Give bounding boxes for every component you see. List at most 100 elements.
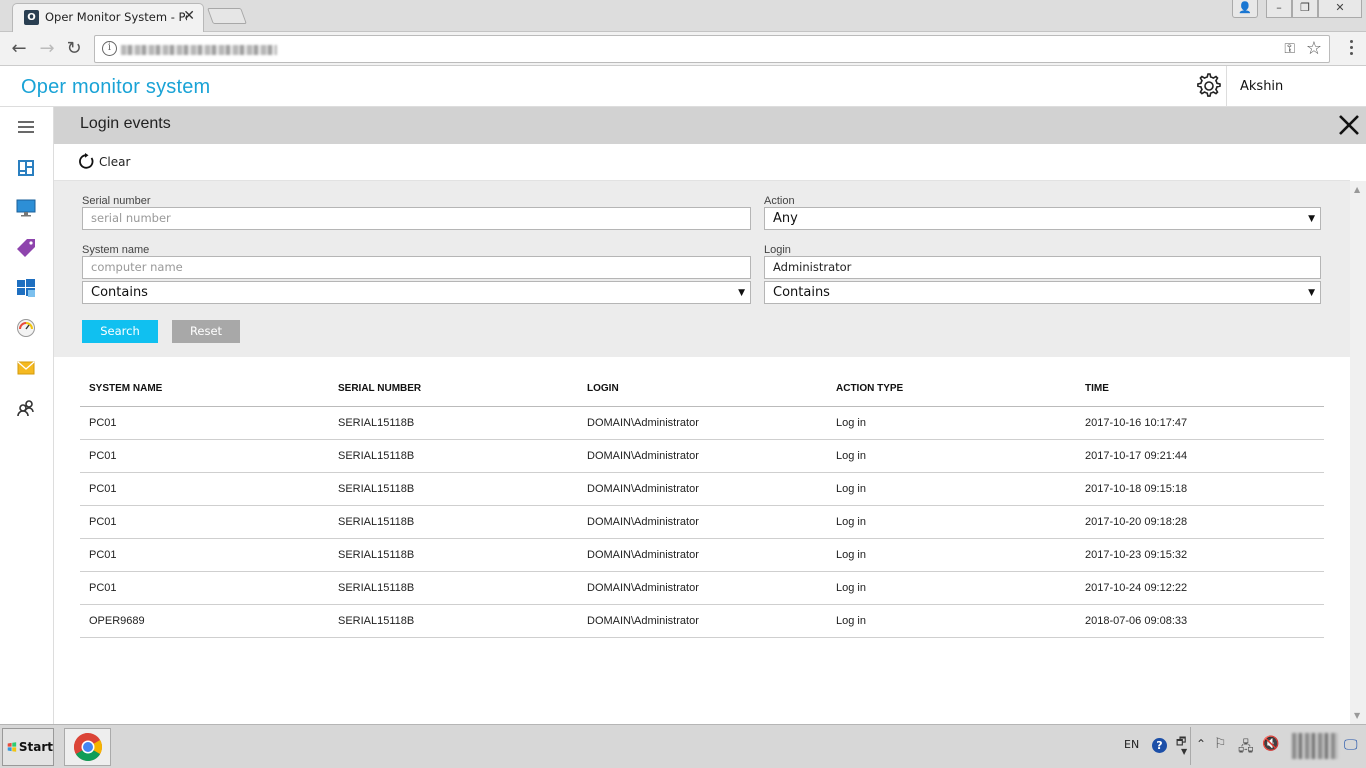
clock-redacted[interactable] — [1292, 733, 1338, 759]
cell-time: 2017-10-20 09:18:28 — [1085, 516, 1188, 528]
column-header-system-name[interactable]: SYSTEM NAME — [80, 383, 329, 394]
cell-time: 2017-10-17 09:21:44 — [1085, 450, 1188, 462]
minimize-button[interactable]: – — [1266, 0, 1292, 18]
serial-number-input[interactable]: serial number — [82, 207, 751, 230]
window-close-button[interactable]: ✕ — [1318, 0, 1362, 18]
cell-action-type: Log in — [836, 417, 866, 429]
windows-icon[interactable] — [14, 276, 38, 300]
new-tab-button[interactable] — [207, 8, 247, 24]
cell-time: 2018-07-06 09:08:33 — [1085, 615, 1188, 627]
network-icon[interactable]: 🖧 — [1238, 736, 1254, 760]
tray-dropdown-icon[interactable]: ▼ — [1181, 747, 1187, 756]
table-row[interactable]: PC01 SERIAL15118B DOMAIN\Administrator L… — [80, 440, 1324, 473]
table-row[interactable]: PC01 SERIAL15118B DOMAIN\Administrator L… — [80, 473, 1324, 506]
action-bar: Clear — [54, 144, 1350, 181]
gauge-icon[interactable] — [14, 316, 38, 340]
panel-close-icon[interactable] — [1336, 112, 1362, 138]
table-header: SYSTEM NAME SERIAL NUMBER LOGIN ACTION T… — [80, 370, 1324, 407]
clear-button[interactable]: Clear — [78, 153, 130, 170]
chrome-taskbar-button[interactable] — [64, 728, 111, 766]
system-name-input[interactable]: computer name — [82, 256, 751, 279]
table-row[interactable]: PC01 SERIAL15118B DOMAIN\Administrator L… — [80, 506, 1324, 539]
monitor-icon[interactable] — [14, 196, 38, 220]
login-input[interactable]: Administrator — [764, 256, 1321, 279]
cell-serial-number: SERIAL15118B — [338, 450, 415, 462]
cell-login: DOMAIN\Administrator — [587, 450, 699, 462]
help-icon[interactable]: ? — [1152, 738, 1167, 753]
action-center-flag-icon[interactable]: ⚐ — [1214, 736, 1227, 752]
show-hidden-icons-icon[interactable]: ⌃ — [1196, 737, 1206, 751]
tab-close-icon[interactable]: ✕ — [183, 8, 195, 24]
column-header-action-type[interactable]: ACTION TYPE — [827, 383, 1076, 394]
browser-tab[interactable]: O Oper Monitor System - Port ✕ — [12, 3, 204, 32]
show-desktop-icon[interactable]: 🖵 — [1344, 737, 1358, 753]
serial-number-label: Serial number — [82, 195, 151, 207]
clear-label: Clear — [99, 154, 131, 169]
cell-serial-number: SERIAL15118B — [338, 582, 415, 594]
cell-login: DOMAIN\Administrator — [587, 516, 699, 528]
reload-icon[interactable]: ↻ — [62, 37, 86, 61]
column-header-login[interactable]: LOGIN — [578, 383, 827, 394]
cell-action-type: Log in — [836, 516, 866, 528]
cell-action-type: Log in — [836, 549, 866, 561]
cell-system-name: OPER9689 — [89, 615, 145, 627]
start-button[interactable]: Start — [2, 728, 54, 766]
app-title[interactable]: Oper monitor system — [21, 76, 210, 99]
scroll-up-arrow-icon[interactable]: ▲ — [1354, 185, 1360, 194]
url-text-redacted — [121, 45, 277, 55]
table-row[interactable]: PC01 SERIAL15118B DOMAIN\Administrator L… — [80, 407, 1324, 440]
system-name-match-select[interactable]: Contains ▼ — [82, 281, 751, 304]
filter-form: Serial number serial number Action Any ▼… — [54, 181, 1350, 357]
bookmark-star-icon[interactable]: ☆ — [1306, 38, 1322, 59]
table-row[interactable]: PC01 SERIAL15118B DOMAIN\Administrator L… — [80, 572, 1324, 605]
login-match-select[interactable]: Contains ▼ — [764, 281, 1321, 304]
cell-login: DOMAIN\Administrator — [587, 582, 699, 594]
cell-login: DOMAIN\Administrator — [587, 417, 699, 429]
user-menu[interactable]: Akshin Mustafayev — [1226, 66, 1366, 135]
windows-logo-icon — [7, 742, 17, 752]
volume-muted-icon[interactable]: 🔇 — [1262, 736, 1279, 752]
cell-action-type: Log in — [836, 483, 866, 495]
search-button[interactable]: Search — [82, 320, 158, 343]
cell-serial-number: SERIAL15118B — [338, 417, 415, 429]
language-indicator[interactable]: EN — [1124, 738, 1139, 751]
restore-button[interactable]: ❐ — [1292, 0, 1318, 18]
key-icon[interactable]: ⚿ — [1284, 41, 1295, 57]
column-header-serial-number[interactable]: SERIAL NUMBER — [329, 383, 578, 394]
back-arrow-icon[interactable]: ← — [7, 37, 31, 61]
browser-toolbar: ← → ↻ i ⚿ ☆ — [0, 32, 1366, 66]
action-select-value: Any — [773, 211, 798, 226]
table-row[interactable]: OPER9689 SERIAL15118B DOMAIN\Administrat… — [80, 605, 1324, 638]
cell-serial-number: SERIAL15118B — [338, 549, 415, 561]
action-select[interactable]: Any ▼ — [764, 207, 1321, 230]
cell-system-name: PC01 — [89, 549, 117, 561]
column-header-time[interactable]: TIME — [1076, 383, 1324, 394]
settings-gear-icon[interactable] — [1193, 71, 1223, 101]
dashboard-icon[interactable] — [14, 156, 38, 180]
action-label: Action — [764, 195, 795, 207]
refresh-icon — [79, 153, 94, 169]
browser-menu-icon[interactable] — [1350, 40, 1354, 58]
users-icon[interactable] — [14, 396, 38, 420]
cell-action-type: Log in — [836, 582, 866, 594]
hamburger-menu-icon[interactable] — [14, 115, 38, 139]
system-match-value: Contains — [91, 285, 148, 300]
profile-icon[interactable]: 👤 — [1232, 0, 1258, 18]
cell-serial-number: SERIAL15118B — [338, 516, 415, 528]
scroll-down-arrow-icon[interactable]: ▼ — [1354, 711, 1360, 720]
cell-time: 2017-10-24 09:12:22 — [1085, 582, 1188, 594]
tray-divider — [1190, 727, 1191, 765]
page-scrollbar[interactable]: ▲ ▼ — [1350, 181, 1366, 724]
cell-system-name: PC01 — [89, 450, 117, 462]
tab-title: Oper Monitor System - Port — [45, 10, 187, 24]
tag-icon[interactable] — [14, 236, 38, 260]
address-bar[interactable]: i ⚿ ☆ — [94, 35, 1330, 63]
table-row[interactable]: PC01 SERIAL15118B DOMAIN\Administrator L… — [80, 539, 1324, 572]
reset-button[interactable]: Reset — [172, 320, 240, 343]
site-info-icon[interactable]: i — [102, 41, 117, 56]
mail-icon[interactable] — [14, 356, 38, 380]
cell-system-name: PC01 — [89, 417, 117, 429]
panel-header: Login events — [54, 107, 1366, 144]
forward-arrow-icon[interactable]: → — [35, 37, 59, 61]
cell-login: DOMAIN\Administrator — [587, 549, 699, 561]
